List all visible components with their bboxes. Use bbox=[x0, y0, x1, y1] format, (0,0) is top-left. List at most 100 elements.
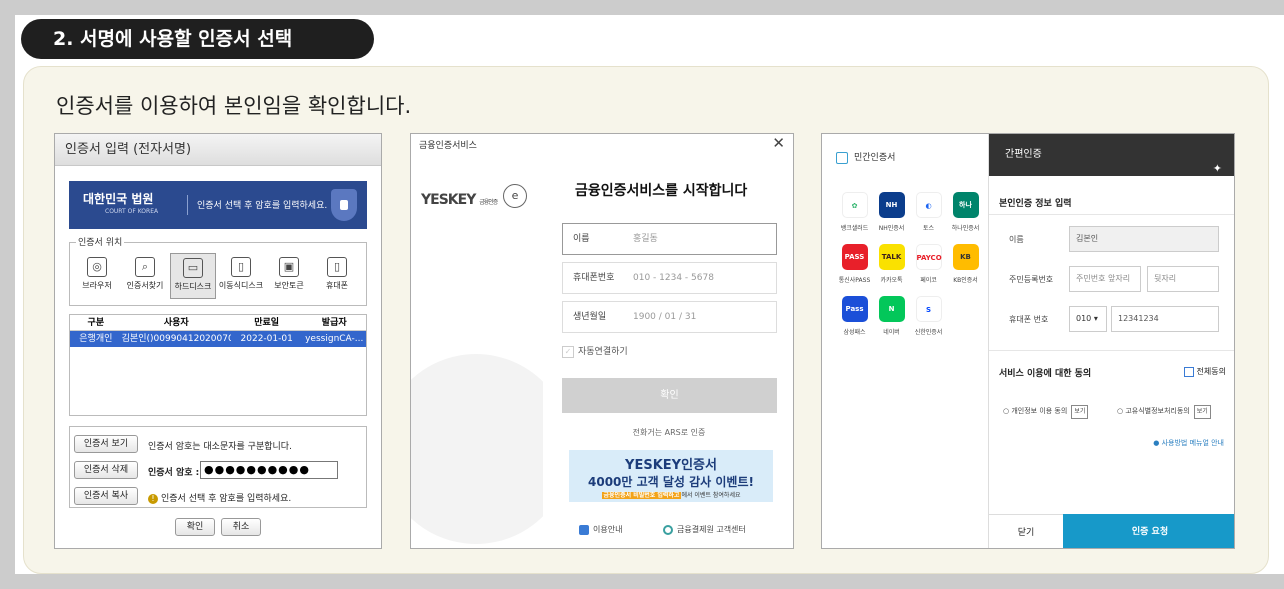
case-note: 인증서 암호는 대소문자를 구분합니다. bbox=[148, 442, 292, 452]
rrn-back-input[interactable]: 뒷자리 bbox=[1147, 266, 1219, 292]
step-title: 2. 서명에 사용할 인증서 선택 bbox=[21, 19, 374, 59]
simple-auth-header: 간편인증 ✦ bbox=[989, 134, 1234, 176]
phone-prefix-select[interactable]: 010 ▾ bbox=[1069, 306, 1107, 332]
event-rest: 에서 이벤트 참여하세요 bbox=[681, 492, 741, 499]
location-label: 브라우저 bbox=[82, 281, 112, 290]
event-highlight: 금융인증서 비밀번호 입력하고 bbox=[601, 492, 682, 499]
location-removable[interactable]: ▯ 이동식디스크 bbox=[218, 253, 264, 299]
auto-connect-checkbox[interactable]: ✓ 자동연결하기 bbox=[562, 344, 628, 358]
app-logo-icon: KB bbox=[952, 244, 979, 270]
password-input[interactable]: ●●●●●●●●●● bbox=[200, 461, 338, 479]
token-icon: ▣ bbox=[279, 257, 299, 277]
app-name: 토스 bbox=[922, 225, 935, 232]
cert-app[interactable]: PAYCO 페이코 bbox=[910, 244, 947, 284]
app-logo-icon: ◐ bbox=[915, 192, 942, 218]
ars-link[interactable]: 전화거는 ARS로 인증 bbox=[543, 427, 793, 438]
field-label: 이름 bbox=[573, 234, 590, 244]
cert-app[interactable]: ✿ 뱅크샐러드 bbox=[836, 192, 873, 232]
location-find[interactable]: ⌕ 인증서찾기 bbox=[122, 253, 168, 299]
header-issuer: 발급자 bbox=[321, 318, 347, 328]
auth-request-button[interactable]: 인증 요청 bbox=[1063, 514, 1234, 548]
phone-icon: ▯ bbox=[327, 257, 347, 277]
app-name: 카카오톡 bbox=[880, 277, 903, 284]
location-label: 휴대폰 bbox=[325, 281, 349, 290]
cert-app[interactable]: 하나 하나인증서 bbox=[947, 192, 984, 232]
birthdate-input[interactable]: 생년월일 1900 / 01 / 31 bbox=[562, 301, 777, 333]
window-title: 금융인증서비스 bbox=[419, 141, 477, 151]
cert-app[interactable]: N 네이버 bbox=[873, 296, 910, 336]
location-browser[interactable]: ◎ 브라우저 bbox=[74, 253, 120, 299]
close-button[interactable]: 닫기 bbox=[989, 514, 1063, 548]
hint-text: 인증서 선택 후 암호를 입력하세요. bbox=[161, 494, 292, 504]
private-cert-window: 민간인증서 ✿ 뱅크샐러드 NH NH인증서 ◐ 토스 하나 하나인증서 PASS 통신사PASS… bbox=[821, 133, 1235, 549]
phone-input[interactable]: 휴대폰번호 010 - 1234 - 5678 bbox=[562, 262, 777, 294]
check-icon: ✓ bbox=[562, 345, 574, 358]
view-certificate-button[interactable]: 인증서 보기 bbox=[74, 435, 138, 453]
rrn-front-input[interactable]: 주민번호 앞자리 bbox=[1069, 266, 1141, 292]
table-row[interactable]: 은행개인 김본인()0099041202007080... 2022-01-01… bbox=[70, 331, 366, 347]
cancel-button[interactable]: 취소 bbox=[221, 518, 261, 536]
event-banner[interactable]: YESKEY인증서 4000만 고객 달성 감사 이벤트! 금융인증서 비밀번호… bbox=[569, 450, 773, 502]
view-button[interactable]: 보기 bbox=[1193, 405, 1211, 419]
checkbox-icon bbox=[1183, 366, 1194, 377]
monitor-icon: ▭ bbox=[183, 258, 203, 278]
divider bbox=[989, 214, 1234, 215]
delete-certificate-button[interactable]: 인증서 삭제 bbox=[74, 461, 138, 479]
event-line1: YESKEY인증서 bbox=[625, 458, 717, 473]
simple-auth-panel: 간편인증 ✦ 본인인증 정보 입력 이름 김본인 주민등록번호 주민번호 앞자리 … bbox=[988, 134, 1234, 548]
header-user: 사용자 bbox=[163, 318, 189, 328]
name-input[interactable]: 이름 홍길동 bbox=[562, 223, 777, 255]
copy-certificate-button[interactable]: 인증서 복사 bbox=[74, 487, 138, 505]
agree-all-checkbox[interactable]: 전체동의 bbox=[1183, 366, 1226, 377]
app-logo-icon: Pass bbox=[841, 296, 868, 322]
footer-links: 이용안내 금융결제원 고객센터 bbox=[543, 524, 793, 544]
ok-button[interactable]: 확인 bbox=[175, 518, 215, 536]
support-label: 금융결제원 고객센터 bbox=[677, 525, 746, 534]
banner-message: 인증서 선택 후 암호를 입력하세요. bbox=[197, 201, 328, 211]
certificate-table: 구분 사용자 만료일 발급자 은행개인 김본인()009904120200708… bbox=[69, 314, 367, 416]
search-certificate-icon: ⌕ bbox=[135, 257, 155, 277]
cert-app[interactable]: PASS 통신사PASS bbox=[836, 244, 873, 284]
consent-personal-info[interactable]: ○ 개인정보 이용 동의 보기 bbox=[1003, 398, 1089, 424]
guide-label: 이용안내 bbox=[593, 525, 623, 534]
divider bbox=[989, 350, 1234, 351]
field-label: 휴대폰번호 bbox=[573, 273, 615, 283]
confirm-button[interactable]: 확인 bbox=[562, 378, 777, 413]
app-name: 신한인증서 bbox=[914, 329, 943, 336]
cert-app[interactable]: KB KB인증서 bbox=[947, 244, 984, 284]
location-harddisk[interactable]: ▭ 하드디스크 bbox=[170, 253, 216, 299]
name-field[interactable]: 김본인 bbox=[1069, 226, 1219, 252]
hint-row: ! 인증서 선택 후 암호를 입력하세요. bbox=[148, 491, 291, 504]
cert-app[interactable]: S 신한인증서 bbox=[910, 296, 947, 336]
content-panel: 인증서를 이용하여 본인임을 확인합니다. 인증서 입력 (전자서명) 대한민국… bbox=[23, 66, 1269, 574]
phone-prefix: 010 bbox=[1076, 314, 1092, 323]
cert-app[interactable]: Pass 삼성패스 bbox=[836, 296, 873, 336]
phone-input[interactable]: 12341234 bbox=[1111, 306, 1219, 332]
court-banner: 대한민국 법원 COURT OF KOREA 인증서 선택 후 암호를 입력하세… bbox=[69, 181, 367, 229]
description: 인증서를 이용하여 본인임을 확인합니다. bbox=[56, 94, 412, 118]
view-button[interactable]: 보기 bbox=[1071, 405, 1089, 419]
location-label: 인증서찾기 bbox=[126, 281, 164, 290]
lock-shield-icon bbox=[331, 189, 357, 221]
user-icon: ● bbox=[1153, 439, 1160, 447]
manual-link[interactable]: ● 사용방법 메뉴얼 안내 bbox=[1153, 438, 1224, 448]
cert-app[interactable]: NH NH인증서 bbox=[873, 192, 910, 232]
close-icon[interactable]: ✕ bbox=[772, 134, 785, 152]
auto-connect-label: 자동연결하기 bbox=[578, 347, 628, 357]
guide-link[interactable]: 이용안내 bbox=[579, 524, 622, 535]
app-name: 하나인증서 bbox=[951, 225, 980, 232]
consent-unique-id[interactable]: ○ 고유식별정보처리동의 보기 bbox=[1117, 398, 1211, 424]
finance-cert-window: 금융인증서비스 ✕ YESKEY 금융인증 e 금융인증서비스를 시작합니다 이… bbox=[410, 133, 794, 549]
location-phone[interactable]: ▯ 휴대폰 bbox=[314, 253, 360, 299]
location-token[interactable]: ▣ 보안토큰 bbox=[266, 253, 312, 299]
phone-label: 휴대폰 번호 bbox=[1009, 315, 1049, 324]
globe-icon: ◎ bbox=[87, 257, 107, 277]
event-line2: 4000만 고객 달성 감사 이벤트! bbox=[588, 475, 754, 489]
private-cert-label: 민간인증서 bbox=[854, 153, 896, 163]
cert-app[interactable]: ◐ 토스 bbox=[910, 192, 947, 232]
court-logo-sub: COURT OF KOREA bbox=[105, 208, 159, 215]
cert-app[interactable]: TALK 카카오톡 bbox=[873, 244, 910, 284]
support-link[interactable]: 금융결제원 고객센터 bbox=[663, 524, 746, 535]
app-name: KB인증서 bbox=[953, 277, 978, 284]
private-cert-title: 민간인증서 bbox=[836, 150, 895, 164]
